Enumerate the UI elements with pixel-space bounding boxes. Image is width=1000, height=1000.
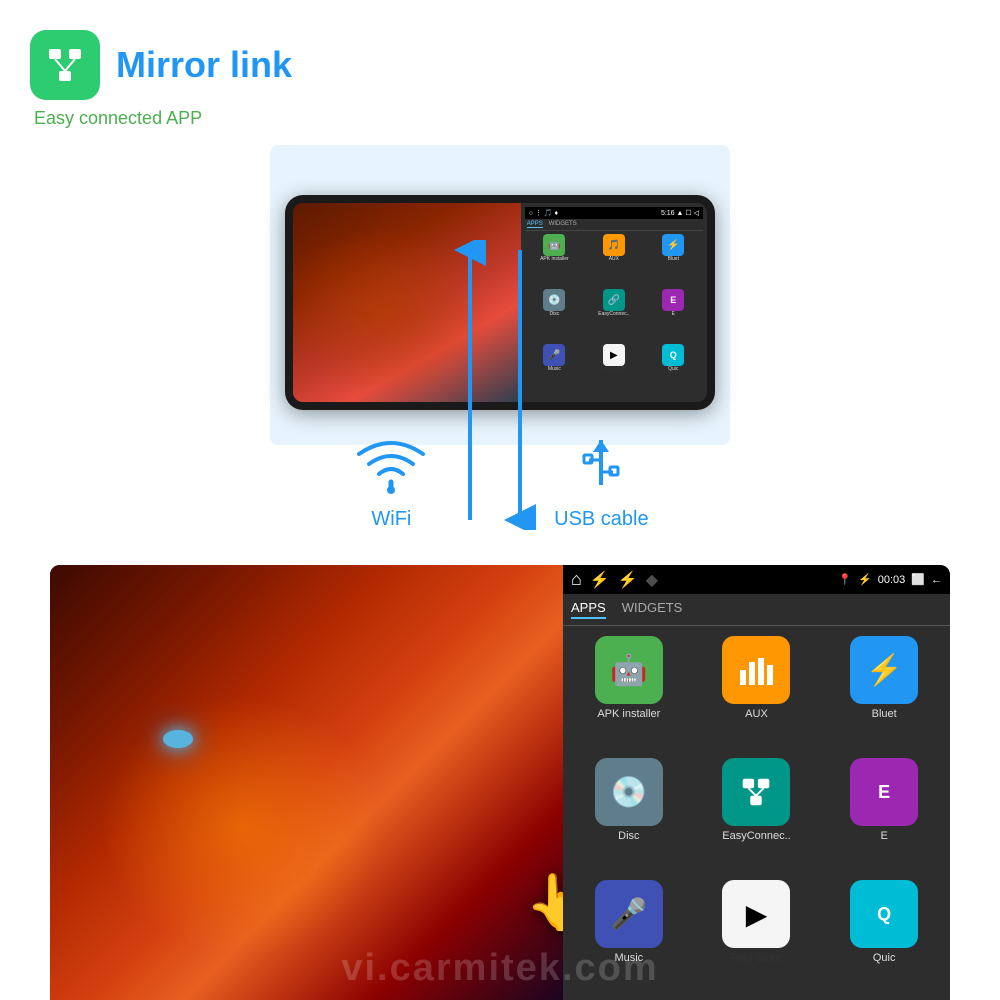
phone-app-e[interactable]: E E xyxy=(646,289,701,340)
phone-statusbar: ○ ⋮ 🎵 ♦ 5:16 ▲ ☐ ◁ xyxy=(525,207,703,219)
spiderman-glow xyxy=(101,696,383,957)
hand-cursor: 👆 xyxy=(525,870,563,935)
car-apk-label: APK installer xyxy=(597,708,660,720)
usb2-icon: ⚡ xyxy=(618,570,638,590)
car-tab-widgets[interactable]: WIDGETS xyxy=(622,600,683,619)
car-apk-icon: 🤖 xyxy=(595,636,663,704)
car-app-disc[interactable]: 💿 Disc xyxy=(571,758,687,868)
rect-icon: ⬜ xyxy=(911,573,925,586)
car-app-play[interactable]: ▶ Play Store xyxy=(699,880,815,990)
car-easy-label: EasyConnec.. xyxy=(722,830,790,842)
car-unit: 👆 ⌂ ⚡ ⚡ ◆ 📍 ⚡ 00:03 ⬜ ← APPS WIDGETS xyxy=(50,565,950,1000)
car-app-music[interactable]: 🎤 Music xyxy=(571,880,687,990)
car-status-right: 📍 ⚡ 00:03 ⬜ ← xyxy=(838,573,942,586)
car-play-label: Play Store xyxy=(731,952,782,964)
ghost-icon: ◆ xyxy=(646,570,658,590)
e-label: E xyxy=(672,312,675,317)
car-blu-icon: ⚡ xyxy=(850,636,918,704)
home-icon: ⌂ xyxy=(571,569,582,590)
car-quic-icon: Q xyxy=(850,880,918,948)
subtitle: Easy connected APP xyxy=(34,108,292,129)
car-app-easy[interactable]: EasyConnec.. xyxy=(699,758,815,868)
aux-label: AUX xyxy=(609,257,619,262)
car-app-apk[interactable]: 🤖 APK installer xyxy=(571,636,687,746)
car-app-e[interactable]: E E xyxy=(826,758,942,868)
car-app-quic[interactable]: Q Quic xyxy=(826,880,942,990)
car-statusbar: ⌂ ⚡ ⚡ ◆ 📍 ⚡ 00:03 ⬜ ← xyxy=(563,565,950,594)
usb1-icon: ⚡ xyxy=(590,570,610,590)
phone-time: 5:16 ▲ ☐ ◁ xyxy=(661,209,699,217)
car-e-icon: E xyxy=(850,758,918,826)
car-play-icon: ▶ xyxy=(722,880,790,948)
car-easy-icon xyxy=(722,758,790,826)
car-blu-label: Bluet xyxy=(872,708,897,720)
car-app-blu[interactable]: ⚡ Bluet xyxy=(826,636,942,746)
car-e-label: E xyxy=(880,830,887,842)
car-status-left: ⌂ ⚡ ⚡ ◆ xyxy=(571,569,658,590)
bt-icon: ⚡ xyxy=(858,573,872,586)
blu-label: Bluet xyxy=(668,257,679,262)
car-disc-icon: 💿 xyxy=(595,758,663,826)
car-aux-icon xyxy=(722,636,790,704)
phone-app-blu[interactable]: ⚡ Bluet xyxy=(646,234,701,285)
blu-icon: ⚡ xyxy=(662,234,684,256)
phone-tabs: APPS WIDGETS xyxy=(525,219,703,231)
car-quic-label: Quic xyxy=(873,952,896,964)
phone-tab-apps[interactable]: APPS xyxy=(527,221,543,228)
car-music-icon: 🎤 xyxy=(595,880,663,948)
time-display: 00:03 xyxy=(878,574,906,586)
back-icon: ← xyxy=(931,574,942,586)
car-tab-apps[interactable]: APPS xyxy=(571,600,606,619)
connection-arrows xyxy=(390,240,610,530)
phone-app-quic[interactable]: Q Quic xyxy=(646,344,701,395)
phone-status-icons: ○ ⋮ 🎵 ♦ xyxy=(529,209,558,217)
page-title: Mirror link xyxy=(116,44,292,86)
car-apps: ⌂ ⚡ ⚡ ◆ 📍 ⚡ 00:03 ⬜ ← APPS WIDGETS 🤖 APK… xyxy=(563,565,950,1000)
quic-icon: Q xyxy=(662,344,684,366)
car-music-label: Music xyxy=(614,952,643,964)
car-app-aux[interactable]: AUX xyxy=(699,636,815,746)
car-app-tabs: APPS WIDGETS xyxy=(563,594,950,626)
car-disc-label: Disc xyxy=(618,830,639,842)
car-aux-label: AUX xyxy=(745,708,768,720)
quic-label: Quic xyxy=(668,367,678,372)
title-row: Mirror link xyxy=(30,30,292,100)
header-section: Mirror link Easy connected APP xyxy=(30,30,292,129)
location-icon: 📍 xyxy=(838,573,852,586)
mirror-link-icon xyxy=(43,43,87,87)
car-app-grid: 🤖 APK installer AUX ⚡ Bluet 💿 Disc xyxy=(563,626,950,1000)
car-video: 👆 xyxy=(50,565,563,1000)
mirror-icon-bg xyxy=(30,30,100,100)
e-icon: E xyxy=(662,289,684,311)
phone-tab-widgets[interactable]: WIDGETS xyxy=(549,221,577,228)
